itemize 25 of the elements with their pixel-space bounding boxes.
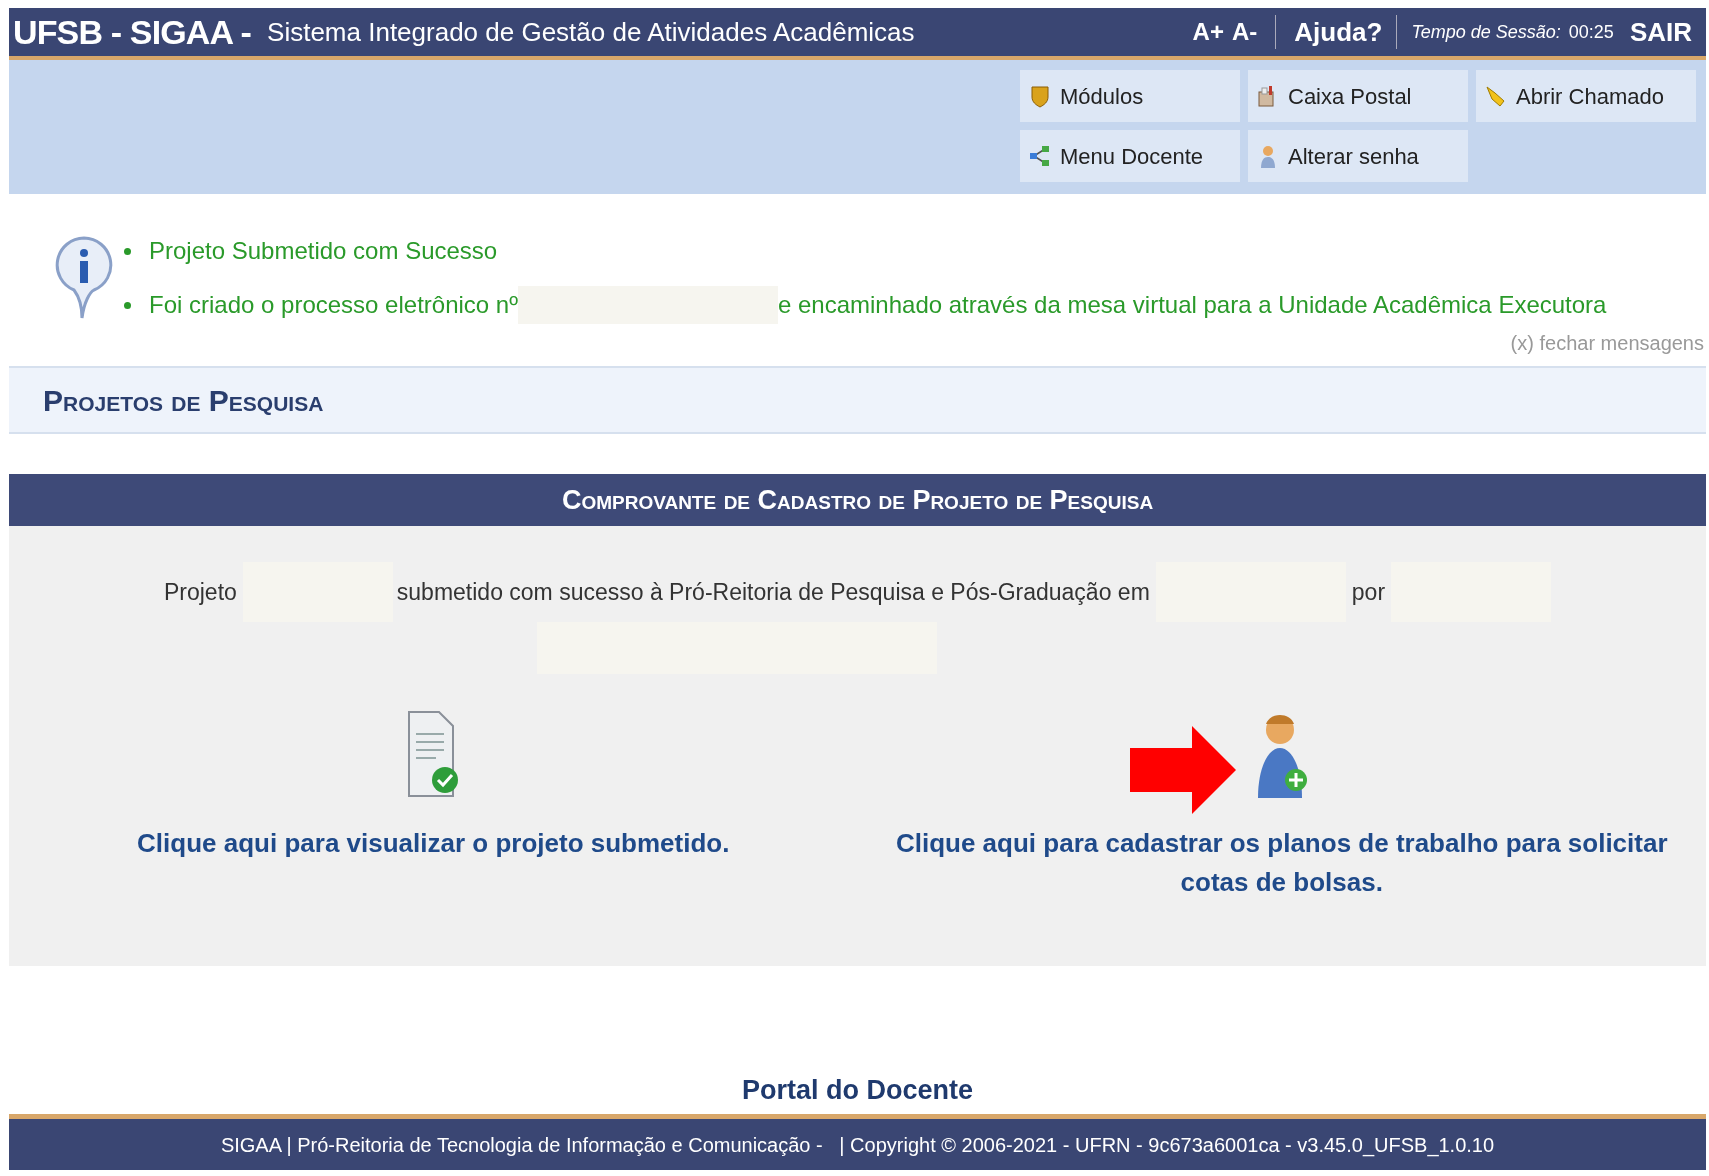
session-time: 00:25 — [1568, 20, 1614, 44]
panel-title: Comprovante de Cadastro de Projeto de Pesquisa — [561, 483, 1154, 517]
font-size-link[interactable]: A- — [1231, 14, 1258, 50]
font-size-link[interactable]: A+ — [1192, 14, 1224, 50]
footer-text: SIGAA | Pró-Reitoria de Tecnologia de Informação e Comunicação - | Copyright © 2006-2021 - UFRN - 9c673a6001ca - v3.45.0_UFSB_1.0.10 — [220, 1132, 1495, 1159]
shortcut-button[interactable]: Menu Docente — [1020, 130, 1240, 182]
shortcut-button[interactable]: Módulos — [1020, 70, 1240, 122]
action-link[interactable]: Clique aqui para visualizar o projeto submetido. — [137, 824, 730, 863]
system-name: Sistema Integrado de Gestão de Atividades Acadêmicas — [267, 15, 915, 49]
system-logo: UFSB - SIGAA - — [13, 11, 252, 53]
session-label: Tempo de Sessão: — [1411, 20, 1561, 44]
page-title: Projetos de Pesquisa — [43, 382, 324, 419]
success-message: Projeto Submetido com Sucesso — [149, 236, 498, 266]
confirmation-text: submetido com sucesso à Pró-Reitoria de Pesquisa e Pós-Graduação em — [396, 577, 1150, 607]
success-message: Foi criado o processo eletrônico nº — [149, 290, 518, 320]
help-link[interactable]: Ajuda? — [1294, 12, 1383, 52]
success-message: e encaminhado através da mesa virtual para a Unidade Acadêmica Executora — [777, 290, 1607, 320]
confirmation-text: Projeto — [163, 577, 237, 607]
portal-link[interactable]: Portal do Docente — [742, 1069, 973, 1110]
shortcut-button[interactable]: Caixa Postal — [1248, 70, 1468, 122]
logout-link[interactable]: SAIR — [1629, 12, 1692, 52]
action-link[interactable]: Clique aqui para cadastrar os planos de trabalho para solicitar cotas de bolsas. — [891, 824, 1672, 902]
shortcut-button[interactable]: Abrir Chamado — [1476, 70, 1696, 122]
confirmation-text: por — [1351, 577, 1386, 607]
shortcut-button[interactable]: Alterar senha — [1248, 130, 1468, 182]
